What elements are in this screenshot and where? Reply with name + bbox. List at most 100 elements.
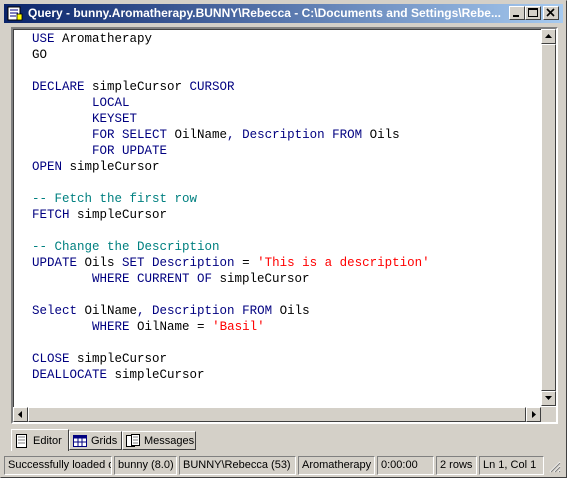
- code-token: GO: [32, 48, 48, 62]
- code-line[interactable]: LOCAL: [32, 95, 540, 111]
- code-line[interactable]: KEYSET: [32, 111, 540, 127]
- code-line[interactable]: Select OilName, Description FROM Oils: [32, 303, 540, 319]
- code-token: Description: [242, 128, 333, 142]
- vertical-scroll-thumb[interactable]: [541, 44, 556, 391]
- scroll-left-button[interactable]: [13, 407, 28, 422]
- query-window: Query - bunny.Aromatherapy.BUNNY\Rebecca…: [0, 0, 567, 478]
- query-app-icon[interactable]: [7, 6, 23, 21]
- code-token: ,: [227, 128, 243, 142]
- tab-grids[interactable]: Grids: [69, 431, 122, 450]
- code-line[interactable]: UPDATE Oils SET Description = 'This is a…: [32, 255, 540, 271]
- code-line[interactable]: DECLARE simpleCursor CURSOR: [32, 79, 540, 95]
- code-line[interactable]: WHERE CURRENT OF simpleCursor: [32, 271, 540, 287]
- code-line[interactable]: ​: [32, 223, 540, 239]
- scroll-right-button[interactable]: [526, 407, 541, 422]
- close-button[interactable]: [543, 6, 559, 20]
- arrow-right-icon: [532, 411, 536, 418]
- horizontal-scroll-thumb[interactable]: [28, 407, 526, 422]
- status-row-count: 2 rows: [436, 456, 477, 475]
- code-token: 'This is a description': [257, 256, 430, 270]
- code-token: Description: [152, 304, 243, 318]
- code-line[interactable]: FOR SELECT OilName, Description FROM Oil…: [32, 127, 540, 143]
- code-token: DEALLOCATE: [32, 368, 115, 382]
- code-token: Oils: [369, 128, 400, 142]
- vertical-scrollbar[interactable]: [541, 29, 556, 406]
- code-line[interactable]: -- Fetch the first row: [32, 191, 540, 207]
- code-token: UPDATE: [32, 256, 85, 270]
- code-token: Description: [152, 256, 243, 270]
- code-token: -- Fetch the first row: [32, 192, 198, 206]
- code-token: -- Change the Description: [32, 240, 220, 254]
- code-token: ,: [137, 304, 153, 318]
- code-line[interactable]: FOR UPDATE: [32, 143, 540, 159]
- close-icon: [546, 8, 555, 17]
- minimize-icon: [513, 15, 519, 17]
- code-token: OPEN: [32, 160, 70, 174]
- tab-editor[interactable]: Editor: [11, 429, 69, 451]
- maximize-icon: [528, 8, 538, 17]
- code-line[interactable]: ​: [32, 335, 540, 351]
- code-token: simpleCursor: [92, 80, 190, 94]
- query-editor[interactable]: USE AromatherapyGO​DECLARE simpleCursor …: [11, 27, 558, 424]
- editor-icon: [16, 434, 27, 448]
- code-token: WHERE CURRENT OF: [32, 272, 220, 286]
- resize-grip-icon[interactable]: [548, 460, 561, 473]
- tab-editor-label: Editor: [33, 435, 62, 447]
- code-line[interactable]: OPEN simpleCursor: [32, 159, 540, 175]
- code-token: DECLARE: [32, 80, 93, 94]
- sql-code-area[interactable]: USE AromatherapyGO​DECLARE simpleCursor …: [32, 31, 540, 406]
- code-token: KEYSET: [32, 112, 138, 126]
- tab-messages-label: Messages: [144, 435, 195, 447]
- code-token: OilName: [174, 128, 228, 142]
- code-line[interactable]: CLOSE simpleCursor: [32, 351, 540, 367]
- code-token: FOR UPDATE: [32, 144, 168, 158]
- status-user: BUNNY\Rebecca (53): [179, 456, 296, 475]
- code-token: simpleCursor: [77, 352, 168, 366]
- status-database: Aromatherapy: [298, 456, 375, 475]
- code-token: =: [197, 320, 213, 334]
- code-line[interactable]: FETCH simpleCursor: [32, 207, 540, 223]
- tab-messages[interactable]: Messages: [122, 431, 196, 450]
- scroll-up-button[interactable]: [541, 29, 556, 44]
- code-token: Oils: [279, 304, 310, 318]
- code-token: LOCAL: [32, 96, 130, 110]
- status-bar: Successfully loaded q bunny (8.0) BUNNY\…: [4, 456, 564, 475]
- code-token: CURSOR: [189, 80, 235, 94]
- code-line[interactable]: USE Aromatherapy: [32, 31, 540, 47]
- status-elapsed-time: 0:00:00: [377, 456, 434, 475]
- code-token: FROM: [242, 304, 280, 318]
- minimize-button[interactable]: [509, 6, 525, 20]
- code-token: FROM: [332, 128, 370, 142]
- code-token: simpleCursor: [219, 272, 310, 286]
- title-bar[interactable]: Query - bunny.Aromatherapy.BUNNY\Rebecca…: [4, 4, 563, 23]
- code-token: Select: [32, 304, 85, 318]
- code-token: =: [242, 256, 258, 270]
- grid-icon: [73, 435, 87, 447]
- tab-grids-label: Grids: [91, 435, 118, 447]
- window-title: Query - bunny.Aromatherapy.BUNNY\Rebecca…: [28, 6, 501, 20]
- code-line[interactable]: -- Change the Description: [32, 239, 540, 255]
- status-cursor-position: Ln 1, Col 1: [479, 456, 544, 475]
- arrow-down-icon: [545, 396, 552, 400]
- code-token: simpleCursor: [114, 368, 205, 382]
- messages-icon: [126, 434, 140, 447]
- code-token: simpleCursor: [69, 160, 160, 174]
- result-tabs: Editor Grids Messages: [11, 429, 561, 451]
- maximize-button[interactable]: [525, 6, 541, 20]
- code-token: OilName: [84, 304, 138, 318]
- code-token: simpleCursor: [77, 208, 168, 222]
- code-token: CLOSE: [32, 352, 78, 366]
- arrow-up-icon: [545, 34, 552, 38]
- code-line[interactable]: WHERE OilName = 'Basil': [32, 319, 540, 335]
- code-line[interactable]: DEALLOCATE simpleCursor: [32, 367, 540, 383]
- code-line[interactable]: ​: [32, 63, 540, 79]
- code-line[interactable]: ​: [32, 287, 540, 303]
- code-token: WHERE: [32, 320, 138, 334]
- horizontal-scrollbar[interactable]: [13, 407, 541, 422]
- code-line[interactable]: GO: [32, 47, 540, 63]
- code-token: USE: [32, 32, 63, 46]
- arrow-left-icon: [18, 411, 22, 418]
- code-token: FETCH: [32, 208, 78, 222]
- scroll-down-button[interactable]: [541, 391, 556, 406]
- code-line[interactable]: ​: [32, 175, 540, 191]
